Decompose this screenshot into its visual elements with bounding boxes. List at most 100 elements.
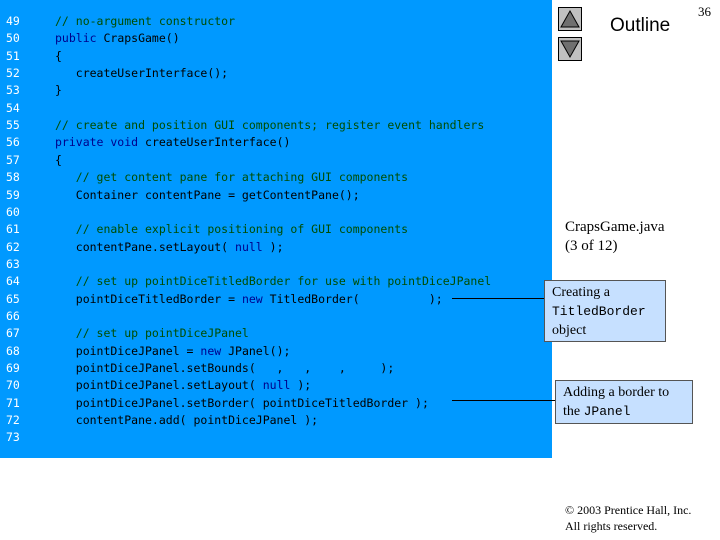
copyright-line: All rights reserved. <box>565 519 658 533</box>
code-text: pointDiceJPanel.setBounds( , , , ); <box>55 360 395 377</box>
callout-text: Creating a <box>552 285 610 300</box>
code-token: CrapsGame() <box>96 31 180 46</box>
code-line: 53} <box>0 82 552 99</box>
code-token: } <box>55 83 62 98</box>
code-token: pointDiceJPanel.setBorder( pointDiceTitl… <box>55 395 429 410</box>
file-page: (3 of 12) <box>565 238 618 254</box>
callout-text: object <box>552 323 587 338</box>
line-number: 51 <box>6 48 20 63</box>
code-comment: // no-argument constructor <box>55 14 236 28</box>
code-token: pointDiceTitledBorder = <box>55 291 242 306</box>
code-token: pointDiceJPanel = <box>55 343 201 358</box>
code-comment: // get content pane for attaching GUI co… <box>55 170 409 185</box>
line-number: 71 <box>6 395 20 410</box>
code-text: // set up pointDiceTitledBorder for use … <box>55 273 491 290</box>
line-number: 50 <box>6 31 20 46</box>
code-line: 73 <box>0 429 552 446</box>
code-token: createUserInterface() <box>138 135 291 150</box>
page-number: 36 <box>698 4 711 19</box>
code-text: // set up pointDiceJPanel <box>55 325 249 342</box>
code-line: 67 // set up pointDiceJPanel <box>0 325 552 342</box>
callout-add-border: Adding a border to the JPanel <box>555 380 693 424</box>
line-number: 55 <box>6 118 20 133</box>
callout-connector-add-border <box>452 400 555 401</box>
line-number: 70 <box>6 378 20 393</box>
code-comment: // set up pointDiceJPanel <box>55 326 249 341</box>
code-line: 65 pointDiceTitledBorder = new TitledBor… <box>0 291 552 308</box>
code-line: 57 { <box>0 152 552 169</box>
callout-code: JPanel <box>583 404 631 419</box>
copyright-line: © 2003 Prentice Hall, Inc. <box>565 503 692 517</box>
code-text: contentPane.add( pointDiceJPanel ); <box>55 412 318 429</box>
line-number: 57 <box>6 152 20 167</box>
code-keyword: new <box>241 291 263 306</box>
code-token: contentPane.add( pointDiceJPanel ); <box>55 413 319 428</box>
code-comment: // enable explicit positioning of GUI co… <box>55 222 409 237</box>
code-text: { <box>55 48 62 65</box>
outline-label: Outline <box>610 15 671 36</box>
code-line: 68 pointDiceJPanel = new JPanel(); <box>0 343 552 360</box>
line-number: 53 <box>6 83 20 98</box>
code-line: 70 pointDiceJPanel.setLayout( null ); <box>0 377 552 394</box>
code-line: 61 // enable explicit positioning of GUI… <box>0 221 552 238</box>
line-number: 52 <box>6 66 20 81</box>
code-text: pointDiceJPanel.setLayout( null ); <box>55 377 311 394</box>
line-number: 56 <box>6 135 20 150</box>
code-token: { <box>55 152 62 167</box>
code-line: 62 contentPane.setLayout( null ); <box>0 239 552 256</box>
code-text: // get content pane for attaching GUI co… <box>55 169 408 186</box>
code-line: 66 <box>0 308 552 325</box>
copyright: © 2003 Prentice Hall, Inc. All rights re… <box>565 502 691 534</box>
line-number: 59 <box>6 187 20 202</box>
code-text: // enable explicit positioning of GUI co… <box>55 221 408 238</box>
line-number: 67 <box>6 326 20 341</box>
code-line: 59 Container contentPane = getContentPan… <box>0 187 552 204</box>
code-line: 51 { <box>0 48 552 65</box>
code-line: 63 <box>0 256 552 273</box>
code-token: TitledBorder( ); <box>262 291 443 306</box>
code-keyword: public <box>55 31 97 46</box>
code-text: // no-argument constructor <box>55 13 235 30</box>
line-number: 63 <box>6 256 20 271</box>
line-number: 61 <box>6 222 20 237</box>
code-line: 50 public CrapsGame() <box>0 30 552 47</box>
line-number: 49 <box>6 14 20 28</box>
line-number: 68 <box>6 343 20 358</box>
callout-text: the <box>563 404 584 419</box>
code-token: pointDiceJPanel.setLayout( <box>55 378 263 393</box>
callout-text: Adding a border to <box>563 385 670 400</box>
code-keyword: private void <box>55 135 139 150</box>
line-number: 69 <box>6 361 20 375</box>
next-slide-button[interactable] <box>558 37 582 61</box>
line-number: 54 <box>6 100 20 115</box>
code-line: 60 <box>0 204 552 221</box>
code-line: 64 // set up pointDiceTitledBorder for u… <box>0 273 552 290</box>
code-token: { <box>55 48 62 63</box>
code-text: } <box>55 82 62 99</box>
code-line: 71 pointDiceJPanel.setBorder( pointDiceT… <box>0 395 552 412</box>
code-line: 56 private void createUserInterface() <box>0 134 552 151</box>
code-token: JPanel(); <box>221 343 291 358</box>
line-number: 66 <box>6 308 20 323</box>
file-caption: CrapsGame.java (3 of 12) <box>565 218 665 256</box>
code-line: 49 // no-argument constructor <box>0 13 552 30</box>
file-name: CrapsGame.java <box>565 219 665 235</box>
code-line: 69 pointDiceJPanel.setBounds( , , , ); <box>0 360 552 377</box>
code-panel: 49 // no-argument constructor 50 public Cra… <box>0 0 552 458</box>
code-token: ); <box>290 378 312 393</box>
line-number: 62 <box>6 239 20 254</box>
code-line: 52 createUserInterface(); <box>0 65 552 82</box>
code-token: ); <box>262 239 284 254</box>
code-text: contentPane.setLayout( null ); <box>55 239 284 256</box>
previous-slide-button[interactable] <box>558 7 582 31</box>
code-comment: // set up pointDiceTitledBorder for use … <box>55 274 492 289</box>
code-line: 55 // create and position GUI components;… <box>0 117 552 134</box>
code-token: createUserInterface(); <box>55 66 229 81</box>
callout-code: TitledBorder <box>552 304 646 319</box>
code-text: pointDiceJPanel = new JPanel(); <box>55 343 291 360</box>
line-number: 58 <box>6 170 20 185</box>
code-text: pointDiceTitledBorder = new TitledBorder… <box>55 291 443 308</box>
line-number: 60 <box>6 204 20 219</box>
code-text: createUserInterface(); <box>55 65 228 82</box>
code-text: pointDiceJPanel.setBorder( pointDiceTitl… <box>55 395 429 412</box>
